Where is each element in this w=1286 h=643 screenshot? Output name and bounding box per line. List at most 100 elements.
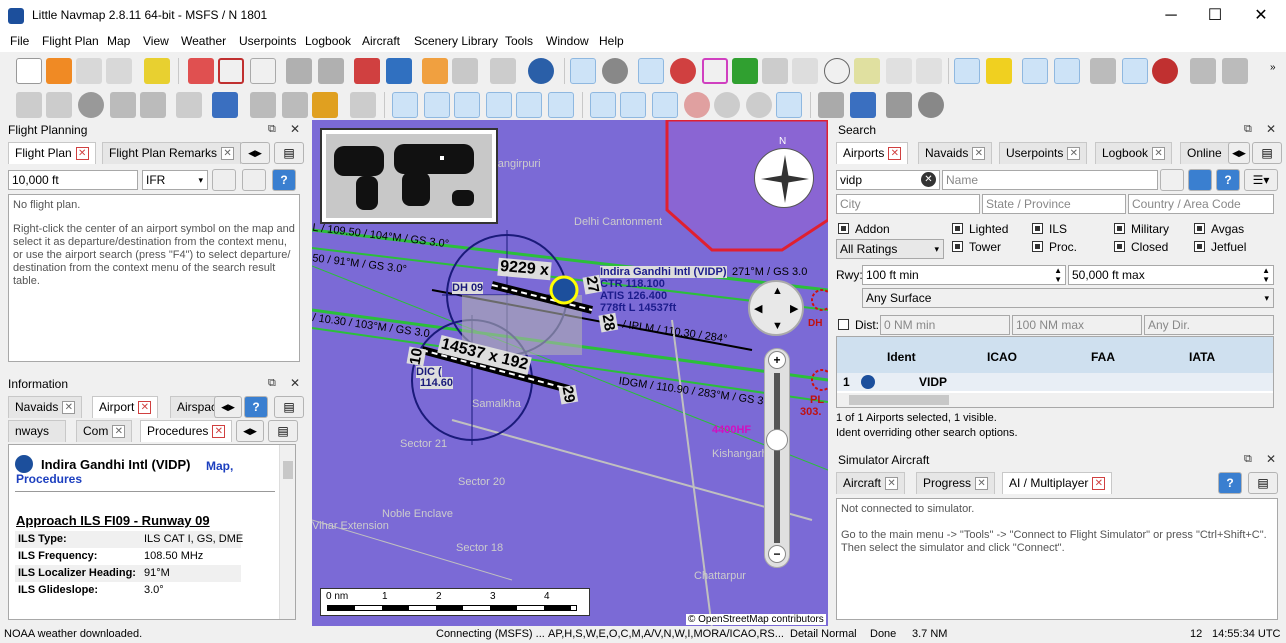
tab-runways[interactable]: nways✕ bbox=[8, 420, 66, 442]
tab-procedures[interactable]: Procedures ✕ bbox=[140, 420, 233, 442]
float-icon[interactable]: ⧉ bbox=[268, 123, 276, 136]
surface-select[interactable]: Any Surface ▾ bbox=[862, 288, 1274, 308]
tab-airspace[interactable]: Airspac bbox=[170, 396, 216, 418]
tracks-icon[interactable] bbox=[792, 58, 818, 84]
terrain-icon[interactable] bbox=[516, 92, 542, 118]
tab-scroll-icon[interactable]: ◀▶ bbox=[240, 142, 270, 164]
name-input[interactable]: Name bbox=[942, 170, 1158, 190]
italic-icon[interactable] bbox=[486, 92, 512, 118]
star-icon[interactable] bbox=[986, 58, 1012, 84]
fir-icon[interactable] bbox=[776, 92, 802, 118]
tab-online[interactable]: Online bbox=[1180, 142, 1234, 164]
menu-aircraft[interactable]: Aircraft bbox=[362, 34, 400, 48]
pencil-icon[interactable] bbox=[140, 92, 166, 118]
direction-select[interactable]: Any Dir. bbox=[1144, 315, 1274, 335]
search-options-icon[interactable] bbox=[1160, 169, 1184, 191]
menu-dropdown-icon[interactable]: ▤ bbox=[274, 396, 304, 418]
pan-control[interactable]: ▲ ▼ ◀ ▶ bbox=[748, 280, 804, 336]
zoom-handle[interactable] bbox=[766, 429, 788, 451]
close-tab-icon[interactable]: ✕ bbox=[1092, 477, 1106, 491]
x-mark-icon[interactable] bbox=[392, 92, 418, 118]
forward-icon[interactable] bbox=[452, 58, 478, 84]
menu-logbook[interactable]: Logbook bbox=[305, 34, 351, 48]
ils-icon[interactable] bbox=[732, 58, 758, 84]
dist-max-input[interactable]: 100 NM max bbox=[1012, 315, 1142, 335]
tab-airport[interactable]: Airport ✕ bbox=[92, 396, 159, 418]
menu-window[interactable]: Window bbox=[546, 34, 589, 48]
ils-checkbox[interactable]: ILS bbox=[1032, 222, 1067, 236]
closed-checkbox[interactable]: Closed bbox=[1114, 240, 1168, 254]
star-burst-icon[interactable] bbox=[312, 92, 338, 118]
reset-search-icon[interactable] bbox=[1188, 169, 1212, 191]
tab-airports[interactable]: Airports ✕ bbox=[836, 142, 909, 164]
flight-rules-select[interactable]: IFR ▾ bbox=[142, 170, 208, 190]
pan-right-icon[interactable]: ▶ bbox=[790, 302, 798, 315]
airway-icon[interactable] bbox=[762, 58, 788, 84]
reload-icon[interactable] bbox=[144, 58, 170, 84]
plan-settings-icon[interactable] bbox=[242, 169, 266, 191]
jetfuel-checkbox[interactable]: Jetfuel bbox=[1194, 240, 1246, 254]
close-icon[interactable]: ✕ bbox=[290, 122, 300, 136]
add-waypoint-icon[interactable] bbox=[212, 92, 238, 118]
altitude-field[interactable]: 10,000 ft bbox=[8, 170, 138, 190]
addon-checkbox[interactable]: Addon bbox=[838, 222, 890, 236]
close-icon[interactable]: ✕ bbox=[1266, 452, 1276, 466]
tab-flight-plan[interactable]: Flight Plan ✕ bbox=[8, 142, 96, 164]
menu-weather[interactable]: Weather bbox=[181, 34, 226, 48]
aircraft-center-icon[interactable] bbox=[286, 58, 312, 84]
map-view[interactable]: Jahangirpuri Delhi Cantonment Samalkha S… bbox=[312, 120, 828, 628]
close-tab-icon[interactable]: ✕ bbox=[62, 401, 76, 415]
zoom-out-button[interactable]: − bbox=[768, 545, 786, 563]
dist-min-input[interactable]: 0 NM min bbox=[880, 315, 1010, 335]
close-icon[interactable]: ✕ bbox=[290, 376, 300, 390]
open-flight-plan-icon[interactable] bbox=[46, 58, 72, 84]
info-icon[interactable] bbox=[886, 92, 912, 118]
center-icon[interactable] bbox=[218, 58, 244, 84]
menu-flight-plan[interactable]: Flight Plan bbox=[42, 34, 99, 48]
table-hscrollbar[interactable] bbox=[837, 393, 1273, 407]
country-input[interactable]: Country / Area Code bbox=[1128, 194, 1274, 214]
special-icon[interactable] bbox=[714, 92, 740, 118]
menu-file[interactable]: File bbox=[10, 34, 29, 48]
jet-airway-icon[interactable] bbox=[886, 58, 912, 84]
info-scrollbar[interactable] bbox=[279, 445, 295, 619]
redo-icon[interactable] bbox=[46, 92, 72, 118]
close-window-button[interactable]: ✕ bbox=[1238, 0, 1284, 32]
undo-icon[interactable] bbox=[16, 92, 42, 118]
tab-flight-plan-remarks[interactable]: Flight Plan Remarks ✕ bbox=[102, 142, 242, 164]
pan-left-icon[interactable]: ◀ bbox=[754, 302, 762, 315]
float-icon[interactable]: ⧉ bbox=[268, 377, 276, 390]
lighted-checkbox[interactable]: Lighted bbox=[952, 222, 1008, 236]
hexagon-icon[interactable] bbox=[638, 58, 664, 84]
close-tab-icon[interactable]: ✕ bbox=[138, 401, 152, 415]
menu-map[interactable]: Map bbox=[107, 34, 130, 48]
tower-checkbox[interactable]: Tower bbox=[952, 240, 1001, 254]
column-header[interactable]: FAA bbox=[1091, 350, 1115, 364]
float-icon[interactable]: ⧉ bbox=[1244, 123, 1252, 136]
icao-icon[interactable] bbox=[652, 92, 678, 118]
new-flight-plan-icon[interactable] bbox=[16, 58, 42, 84]
help-icon[interactable]: ? bbox=[1216, 169, 1240, 191]
edit-icon[interactable] bbox=[110, 92, 136, 118]
ai-aircraft-icon[interactable] bbox=[1190, 58, 1216, 84]
close-tab-icon[interactable]: ✕ bbox=[972, 147, 986, 161]
close-tab-icon[interactable]: ✕ bbox=[75, 147, 89, 161]
close-tab-icon[interactable]: ✕ bbox=[885, 477, 899, 491]
align-icon[interactable] bbox=[350, 92, 376, 118]
airport-map-label[interactable]: Indira Gandhi Intl (VIDP) bbox=[600, 266, 727, 278]
menu-scenery-library[interactable]: Scenery Library bbox=[414, 34, 498, 48]
database-icon[interactable] bbox=[818, 92, 844, 118]
state-input[interactable]: State / Province bbox=[982, 194, 1126, 214]
pan-up-icon[interactable]: ▲ bbox=[772, 285, 783, 297]
maximize-button[interactable]: ☐ bbox=[1192, 0, 1238, 32]
close-tab-icon[interactable]: ✕ bbox=[975, 477, 989, 491]
tab-logbook[interactable]: Logbook ✕ bbox=[1095, 142, 1173, 164]
help-icon[interactable]: ? bbox=[1218, 472, 1242, 494]
gear-map-icon[interactable] bbox=[602, 58, 628, 84]
leaf-icon[interactable] bbox=[1054, 58, 1080, 84]
subtab-menu-icon[interactable]: ▤ bbox=[268, 420, 298, 442]
close-icon[interactable]: ✕ bbox=[1266, 122, 1276, 136]
route-icon[interactable] bbox=[1022, 58, 1048, 84]
save-as-icon[interactable] bbox=[106, 58, 132, 84]
track-icon[interactable] bbox=[916, 58, 942, 84]
